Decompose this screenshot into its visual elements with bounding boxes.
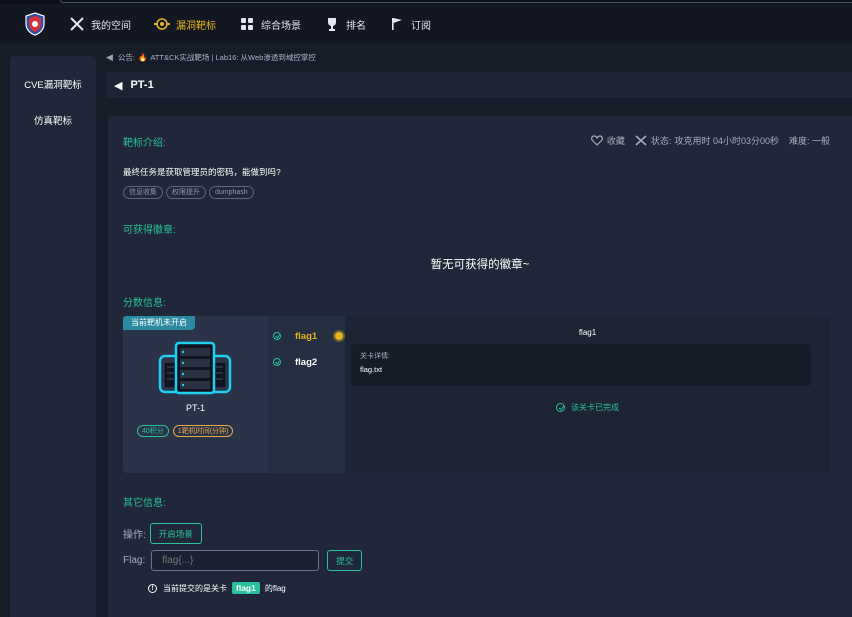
completed-text: 该关卡已完成 <box>571 403 619 412</box>
flag-detail-key: 关卡详情: <box>360 353 390 360</box>
flag-detail-value: flag.txt <box>360 365 383 374</box>
info-icon: ! <box>148 583 157 593</box>
top-navbar: 我的空间 漏洞靶标 综合场景 排名 订阅 <box>0 4 852 44</box>
operation-label: 操作: <box>123 530 146 541</box>
favorite-label: 收藏 <box>606 136 625 146</box>
nav-my-space[interactable]: 我的空间 <box>68 4 131 44</box>
server-icon <box>158 340 232 396</box>
hint-suffix: 的flag <box>264 583 286 593</box>
trophy-icon <box>323 16 341 32</box>
back-arrow-icon[interactable]: ◀ <box>114 79 122 92</box>
machine-stats: 40积分 1靶机时间(分钟) <box>137 425 237 437</box>
no-badges-message: 暂无可获得的徽章~ <box>430 259 530 271</box>
sidebar-item-simulation[interactable]: 仿真靶标 <box>10 104 96 136</box>
badges-heading: 可获得徽章: <box>123 225 176 236</box>
other-heading: 其它信息: <box>123 498 166 509</box>
completed-message: 该关卡已完成 <box>345 402 830 413</box>
flag-submit-form: Flag: 提交 <box>123 550 363 571</box>
window-border <box>60 0 852 3</box>
difficulty: 难度: 一般 <box>788 136 830 146</box>
favorite-button[interactable]: 收藏 <box>590 134 625 147</box>
announcement-prefix: 公告: <box>117 53 136 62</box>
speaker-icon: ◀︎ <box>106 52 113 62</box>
check-circle-icon <box>273 358 281 366</box>
nav-subscribe[interactable]: 订阅 <box>388 4 431 44</box>
grid-icon <box>238 16 256 32</box>
fire-icon: 🔥 <box>138 53 148 62</box>
nav-label: 综合场景 <box>261 20 301 32</box>
page-header: ◀ PT-1 <box>106 72 852 98</box>
check-circle-icon <box>556 403 565 412</box>
machine-status-badge: 当前靶机未开启 <box>123 316 195 330</box>
machine-name: PT-1 <box>185 403 205 413</box>
time-badge: 1靶机时间(分钟) <box>172 425 234 437</box>
score-heading: 分数信息: <box>123 298 166 309</box>
heart-icon <box>590 135 603 146</box>
machine-card: 当前靶机未开启 PT-1 40积分 1靶机时间(分钟) <box>123 316 268 473</box>
tag[interactable]: 权限提升 <box>166 186 206 199</box>
sidebar: CVE漏洞靶标 仿真靶标 <box>10 56 96 617</box>
operation-row: 操作: 开启场景 <box>123 523 202 544</box>
open-scene-button[interactable]: 开启场景 <box>149 523 202 544</box>
points-badge: 40积分 <box>137 425 169 437</box>
nav-label: 我的空间 <box>91 20 131 32</box>
selected-dot-icon <box>335 332 344 340</box>
check-circle-icon <box>273 332 281 340</box>
site-logo-icon[interactable] <box>24 12 46 36</box>
hint-prefix: 当前提交的是关卡 <box>163 583 227 593</box>
tag-list: 信息收集 权限提升 dumphash <box>123 186 257 199</box>
tag[interactable]: dumphash <box>209 186 254 199</box>
flag-list: flag1 flag2 <box>268 316 344 473</box>
flag-icon <box>388 16 406 32</box>
status-value: 攻克用时 04小时03分00秒 <box>674 136 779 146</box>
submit-hint: ! 当前提交的是关卡 flag1 的flag <box>148 582 286 594</box>
nav-scenarios[interactable]: 综合场景 <box>238 4 301 44</box>
flag-label: flag2 <box>295 356 318 368</box>
announcement-bar: ◀︎ 公告: 🔥 ATT&CK实战靶场 | Lab16: 从Web渗透到域控掌控 <box>106 52 316 63</box>
target-meta: 收藏 状态: 攻克用时 04小时03分00秒 难度: 一般 <box>590 134 830 147</box>
swords-icon <box>635 135 647 146</box>
tag[interactable]: 信息收集 <box>123 186 163 199</box>
flag-field-label: Flag: <box>123 555 146 566</box>
score-card: 当前靶机未开启 PT-1 40积分 1靶机时间(分钟) flag1 flag2 … <box>123 316 830 473</box>
swords-icon <box>68 16 86 32</box>
nav-label: 排名 <box>346 20 366 32</box>
nav-ranking[interactable]: 排名 <box>323 4 366 44</box>
nav-vuln-targets[interactable]: 漏洞靶标 <box>153 4 216 44</box>
announcement-text[interactable]: ATT&CK实战靶场 | Lab16: 从Web渗透到域控掌控 <box>150 52 315 63</box>
sidebar-item-cve[interactable]: CVE漏洞靶标 <box>10 68 96 100</box>
nav-label: 订阅 <box>411 20 431 32</box>
flag-input[interactable] <box>151 550 320 571</box>
flag-detail-title: flag1 <box>578 328 597 337</box>
intro-heading: 靶标介绍: <box>123 138 166 149</box>
flag-label: flag1 <box>295 330 318 342</box>
target-icon <box>153 16 171 32</box>
nav-label: 漏洞靶标 <box>176 20 216 32</box>
target-description: 最终任务是获取管理员的密码，能做到吗? <box>123 167 281 177</box>
hint-flag-badge: flag1 <box>232 582 260 594</box>
status-label: 状态: <box>650 136 672 146</box>
flag-detail-box: 关卡详情: flag.txt <box>351 344 811 386</box>
flag-detail-panel: flag1 关卡详情: flag.txt 该关卡已完成 <box>345 316 830 473</box>
target-detail-panel: 靶标介绍: 收藏 状态: 攻克用时 04小时03分00秒 难度: 一般 最终任务… <box>108 116 852 617</box>
submit-button[interactable]: 提交 <box>327 550 363 571</box>
page-title: PT-1 <box>130 79 154 91</box>
